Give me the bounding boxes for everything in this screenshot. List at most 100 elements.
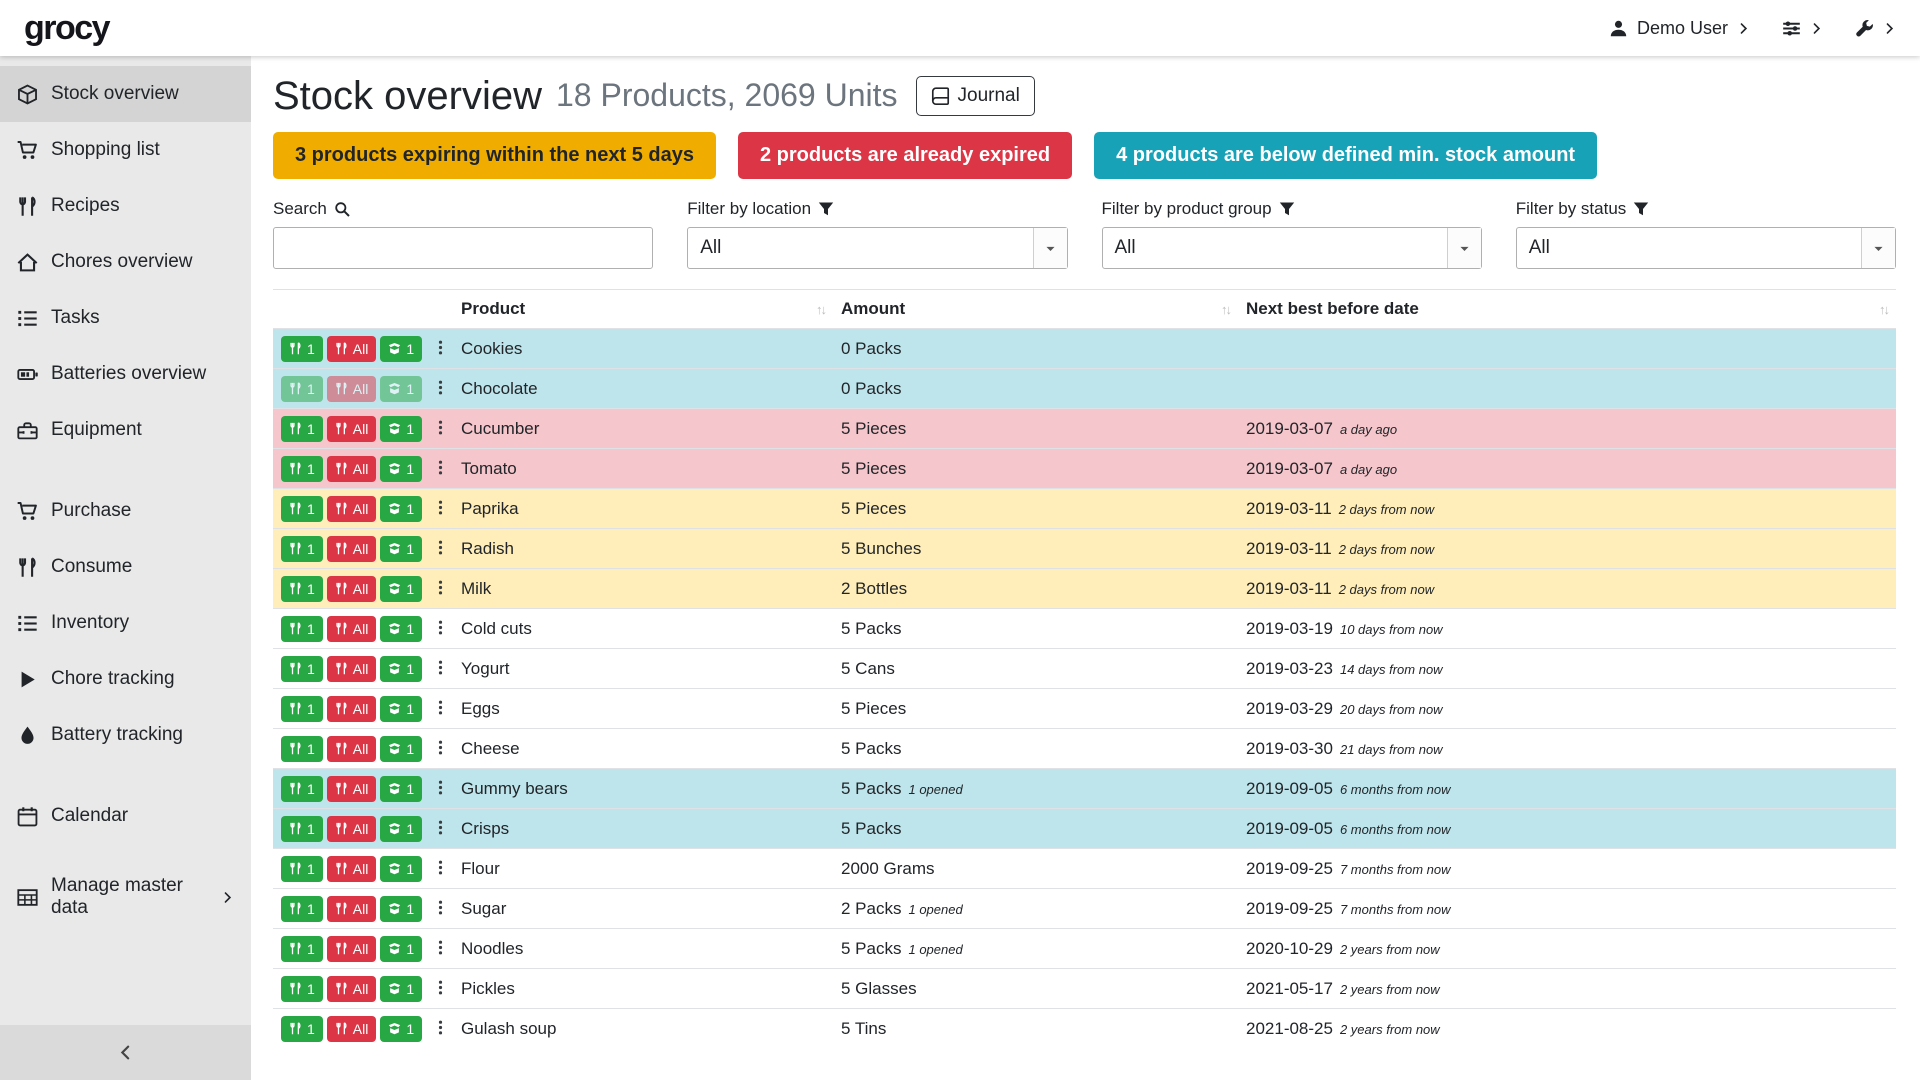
consume-one-button[interactable]: 1 [281, 456, 323, 482]
row-menu-button[interactable] [429, 697, 452, 721]
consume-all-button[interactable]: All [327, 816, 377, 842]
consume-one-button[interactable]: 1 [281, 336, 323, 362]
open-one-button[interactable]: 1 [380, 896, 422, 922]
sidebar-item-calendar[interactable]: Calendar [0, 788, 251, 844]
open-one-button[interactable]: 1 [380, 776, 422, 802]
consume-all-button[interactable]: All [327, 576, 377, 602]
row-menu-button[interactable] [429, 977, 452, 1001]
open-one-button[interactable]: 1 [380, 856, 422, 882]
row-menu-button[interactable] [429, 737, 452, 761]
consume-all-button[interactable]: All [327, 976, 377, 1002]
row-menu-button[interactable] [429, 497, 452, 521]
sidebar-item-stock-overview[interactable]: Stock overview [0, 66, 251, 122]
user-menu[interactable]: Demo User [1609, 18, 1750, 39]
consume-one-button[interactable]: 1 [281, 776, 323, 802]
sort-icon[interactable]: ↑↓ [1221, 302, 1230, 317]
consume-one-button[interactable]: 1 [281, 936, 323, 962]
consume-all-button[interactable]: All [327, 456, 377, 482]
row-menu-button[interactable] [429, 617, 452, 641]
consume-all-button[interactable]: All [327, 416, 377, 442]
sidebar-item-chore-tracking[interactable]: Chore tracking [0, 651, 251, 707]
expiring-pill[interactable]: 3 products expiring within the next 5 da… [273, 132, 716, 179]
sidebar-item-tasks[interactable]: Tasks [0, 290, 251, 346]
consume-all-button[interactable]: All [327, 496, 377, 522]
open-one-button[interactable]: 1 [380, 656, 422, 682]
consume-all-button[interactable]: All [327, 696, 377, 722]
sidebar-item-consume[interactable]: Consume [0, 539, 251, 595]
row-menu-button[interactable] [429, 457, 452, 481]
row-menu-button[interactable] [429, 417, 452, 441]
consume-one-button[interactable]: 1 [281, 856, 323, 882]
sidebar-item-battery-tracking[interactable]: Battery tracking [0, 707, 251, 763]
consume-one-button[interactable]: 1 [281, 736, 323, 762]
product-group-filter-select[interactable]: All [1102, 227, 1482, 269]
open-one-button[interactable]: 1 [380, 976, 422, 1002]
consume-all-button[interactable]: All [327, 656, 377, 682]
status-filter-select[interactable]: All [1516, 227, 1896, 269]
sidebar-item-shopping-list[interactable]: Shopping list [0, 122, 251, 178]
sort-icon[interactable]: ↑↓ [1879, 302, 1888, 317]
row-menu-button[interactable] [429, 777, 452, 801]
row-menu-button[interactable] [429, 377, 452, 401]
consume-one-button[interactable]: 1 [281, 416, 323, 442]
expired-pill[interactable]: 2 products are already expired [738, 132, 1072, 179]
row-menu-button[interactable] [429, 897, 452, 921]
consume-all-button[interactable]: All [327, 336, 377, 362]
open-one-button[interactable]: 1 [380, 736, 422, 762]
row-menu-button[interactable] [429, 537, 452, 561]
column-header-amount[interactable]: Amount↑↓ [833, 290, 1238, 329]
consume-one-button[interactable]: 1 [281, 696, 323, 722]
consume-all-button[interactable]: All [327, 1016, 377, 1042]
row-menu-button[interactable] [429, 577, 452, 601]
consume-all-button[interactable]: All [327, 896, 377, 922]
row-menu-button[interactable] [429, 1017, 452, 1041]
sidebar-collapse-button[interactable] [0, 1025, 251, 1080]
admin-menu[interactable] [1855, 19, 1896, 38]
sidebar-item-batteries-overview[interactable]: Batteries overview [0, 346, 251, 402]
search-input[interactable] [273, 227, 653, 269]
consume-one-button[interactable]: 1 [281, 376, 323, 402]
sidebar-item-manage-master-data[interactable]: Manage master data [0, 869, 251, 925]
open-one-button[interactable]: 1 [380, 816, 422, 842]
consume-one-button[interactable]: 1 [281, 656, 323, 682]
open-one-button[interactable]: 1 [380, 496, 422, 522]
open-one-button[interactable]: 1 [380, 616, 422, 642]
open-one-button[interactable]: 1 [380, 416, 422, 442]
sidebar-item-chores-overview[interactable]: Chores overview [0, 234, 251, 290]
column-header-next-best-before-date[interactable]: Next best before date↑↓ [1238, 290, 1896, 329]
row-menu-button[interactable] [429, 337, 452, 361]
open-one-button[interactable]: 1 [380, 536, 422, 562]
open-one-button[interactable]: 1 [380, 336, 422, 362]
sidebar-item-equipment[interactable]: Equipment [0, 402, 251, 458]
consume-one-button[interactable]: 1 [281, 1016, 323, 1042]
sort-icon[interactable]: ↑↓ [816, 302, 825, 317]
consume-one-button[interactable]: 1 [281, 976, 323, 1002]
consume-all-button[interactable]: All [327, 776, 377, 802]
open-one-button[interactable]: 1 [380, 376, 422, 402]
open-one-button[interactable]: 1 [380, 1016, 422, 1042]
consume-one-button[interactable]: 1 [281, 816, 323, 842]
sidebar-item-recipes[interactable]: Recipes [0, 178, 251, 234]
open-one-button[interactable]: 1 [380, 456, 422, 482]
open-one-button[interactable]: 1 [380, 576, 422, 602]
consume-one-button[interactable]: 1 [281, 576, 323, 602]
display-settings-menu[interactable] [1782, 19, 1823, 38]
consume-all-button[interactable]: All [327, 376, 377, 402]
consume-one-button[interactable]: 1 [281, 616, 323, 642]
consume-all-button[interactable]: All [327, 536, 377, 562]
row-menu-button[interactable] [429, 937, 452, 961]
open-one-button[interactable]: 1 [380, 696, 422, 722]
row-menu-button[interactable] [429, 657, 452, 681]
consume-all-button[interactable]: All [327, 856, 377, 882]
location-filter-select[interactable]: All [687, 227, 1067, 269]
column-header-product[interactable]: Product↑↓ [453, 290, 833, 329]
journal-button[interactable]: Journal [916, 76, 1035, 116]
open-one-button[interactable]: 1 [380, 936, 422, 962]
row-menu-button[interactable] [429, 857, 452, 881]
below-min-pill[interactable]: 4 products are below defined min. stock … [1094, 132, 1597, 179]
consume-all-button[interactable]: All [327, 616, 377, 642]
app-logo[interactable]: grocy [24, 9, 109, 48]
consume-one-button[interactable]: 1 [281, 496, 323, 522]
sidebar-item-purchase[interactable]: Purchase [0, 483, 251, 539]
consume-one-button[interactable]: 1 [281, 536, 323, 562]
